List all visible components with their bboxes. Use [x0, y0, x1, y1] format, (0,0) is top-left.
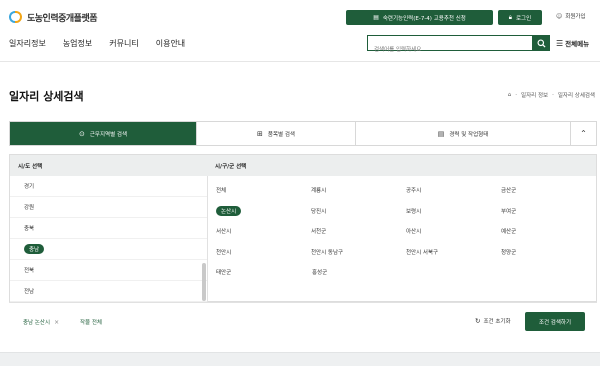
close-icon[interactable]: ×	[54, 319, 59, 326]
search-input[interactable]	[368, 43, 528, 57]
collapse-toggle[interactable]: ⌃	[571, 122, 596, 145]
apply-recommendation-button[interactable]: ▤ 숙련기능인력(E-7-4) 고용추천 신청	[346, 10, 493, 25]
district-item[interactable]: 청양군	[501, 248, 596, 256]
tab-career-label: 경력 및 작업형태	[449, 131, 489, 138]
search-tabs: ⊙ 근무지역별 검색 ⊞ 품목별 검색 ▤ 경력 및 작업형태 ⌃	[9, 121, 597, 146]
province-item[interactable]: 전남	[10, 281, 207, 302]
district-row: 태안군 홍성군	[216, 262, 596, 283]
district-row: 전체 계룡시 공주시 금산군	[216, 180, 596, 201]
district-item[interactable]: 천안시 동남구	[311, 248, 406, 256]
tab-career[interactable]: ▤ 경력 및 작업형태	[356, 122, 571, 145]
login-label: 로그인	[516, 15, 532, 22]
province-item[interactable]: 전북	[10, 260, 207, 281]
site-logo[interactable]: 도농인력중개플랫폼	[9, 10, 98, 24]
district-item[interactable]: 천안시 서북구	[406, 248, 501, 256]
login-button[interactable]: 🔒︎ 로그인	[498, 10, 542, 25]
selected-chip-label: 작물 전체	[80, 320, 102, 326]
province-item-selected[interactable]: 충남	[10, 239, 207, 260]
district-item[interactable]: 전체	[216, 186, 311, 194]
home-icon[interactable]: ⌂	[508, 92, 512, 98]
province-label: 전남	[24, 289, 35, 295]
province-label: 경기	[24, 184, 35, 190]
tab-crop-label: 품목별 검색	[267, 131, 295, 138]
tab-region-label: 근무지역별 검색	[89, 131, 128, 138]
district-item[interactable]: 예산군	[501, 227, 596, 235]
apply-recommendation-label: 숙련기능인력(E-7-4) 고용추천 신청	[382, 15, 466, 22]
region-selection-panel: 시/도 선택 시/구/군 선택 경기 강원 충북 충남 전북 전남 전체 계룡시…	[9, 154, 597, 302]
selected-chip[interactable]: 충남 논산시 ×	[23, 318, 59, 327]
nav-item-community[interactable]: 커뮤니티	[109, 38, 138, 49]
district-grid: 전체 계룡시 공주시 금산군 논산시 당진시 보령시 부여군 서산시 서천군 아…	[216, 180, 596, 283]
province-label: 전북	[24, 268, 35, 274]
district-item[interactable]: 홍성군	[312, 268, 408, 276]
nav-item-jobs[interactable]: 일자리정보	[9, 38, 46, 49]
district-label: 논산시	[216, 205, 242, 216]
refresh-icon: ↻	[475, 317, 481, 325]
selected-chip: 작물 전체	[80, 318, 102, 326]
breadcrumb-separator: ·	[515, 92, 518, 98]
district-item[interactable]: 아산시	[406, 227, 501, 235]
selected-conditions-bar: 충남 논산시 × 작물 전체 ↻ 조건 초기화 조건 검색하기	[9, 302, 597, 340]
district-item[interactable]: 보령시	[406, 207, 501, 215]
site-header: 도농인력중개플랫폼 ▤ 숙련기능인력(E-7-4) 고용추천 신청 🔒︎ 로그인…	[0, 0, 600, 62]
province-scrollbar[interactable]	[202, 263, 206, 301]
province-header: 시/도 선택	[10, 155, 208, 176]
document-icon: ▤	[373, 14, 379, 21]
district-row: 서산시 서천군 아산시 예산군	[216, 221, 596, 242]
province-label: 강원	[24, 205, 35, 211]
all-menu-label: 전체메뉴	[565, 40, 590, 48]
province-list: 경기 강원 충북 충남 전북 전남	[10, 176, 208, 302]
province-item[interactable]: 강원	[10, 197, 207, 218]
district-item[interactable]: 금산군	[501, 186, 596, 194]
location-pin-icon: ⊙	[78, 129, 85, 138]
page: 도농인력중개플랫폼 ▤ 숙련기능인력(E-7-4) 고용추천 신청 🔒︎ 로그인…	[0, 0, 600, 366]
logo-mark-icon	[9, 10, 23, 24]
district-item[interactable]: 계룡시	[311, 186, 406, 194]
tab-region[interactable]: ⊙ 근무지역별 검색	[10, 122, 197, 145]
all-menu-button[interactable]: ☰ 전체메뉴	[556, 38, 590, 49]
signup-label: 회원가입	[565, 14, 586, 20]
district-item[interactable]: 천안시	[216, 248, 311, 256]
lock-icon: 🔒︎	[508, 13, 512, 21]
nav-item-guide[interactable]: 이용안내	[156, 38, 185, 49]
district-item[interactable]: 당진시	[311, 207, 406, 215]
district-row: 천안시 천안시 동남구 천안시 서북구 청양군	[216, 242, 596, 263]
chevron-up-icon: ⌃	[580, 129, 587, 138]
logo-text: 도농인력중개플랫폼	[27, 13, 98, 24]
search-box	[367, 35, 550, 57]
district-item[interactable]: 태안군	[216, 268, 312, 276]
district-item[interactable]: 서천군	[311, 227, 406, 235]
nav-item-agriculture[interactable]: 농업정보	[63, 38, 92, 49]
reset-conditions-label: 조건 초기화	[483, 319, 511, 325]
province-item[interactable]: 경기	[10, 176, 207, 197]
district-header: 시/구/군 선택	[208, 155, 596, 176]
province-label: 충남	[24, 244, 45, 254]
document-icon: ▤	[437, 129, 445, 138]
breadcrumb-item-current: 일자리 상세검색	[557, 93, 595, 99]
breadcrumb-item-jobs[interactable]: 일자리 정보	[521, 91, 548, 99]
district-row: 논산시 당진시 보령시 부여군	[216, 201, 596, 222]
hamburger-icon: ☰	[556, 38, 564, 48]
district-item[interactable]: 서산시	[216, 227, 311, 235]
page-title: 일자리 상세검색	[9, 90, 84, 103]
district-item-selected[interactable]: 논산시	[216, 205, 311, 216]
signup-link[interactable]: ☺ 회원가입	[556, 12, 586, 21]
province-label: 충북	[24, 226, 35, 232]
footer-strip	[0, 352, 600, 366]
district-item[interactable]: 공주시	[406, 186, 501, 194]
grid-icon: ⊞	[257, 129, 263, 138]
tab-crop[interactable]: ⊞ 품목별 검색	[197, 122, 356, 145]
province-item[interactable]: 충북	[10, 218, 207, 239]
search-button[interactable]	[532, 35, 550, 51]
search-conditions-label: 조건 검색하기	[538, 319, 572, 326]
search-conditions-button[interactable]: 조건 검색하기	[525, 312, 585, 331]
breadcrumb-separator: ·	[552, 92, 554, 98]
breadcrumb: ⌂ · 일자리 정보 · 일자리 상세검색	[508, 91, 595, 99]
district-item[interactable]: 부여군	[501, 207, 596, 215]
selected-chip-label: 충남 논산시	[23, 320, 51, 326]
main-navigation: 일자리정보 농업정보 커뮤니티 이용안내	[9, 38, 202, 49]
user-icon: ☺	[556, 12, 563, 20]
reset-conditions-button[interactable]: ↻ 조건 초기화	[475, 317, 511, 325]
search-icon	[536, 38, 546, 48]
